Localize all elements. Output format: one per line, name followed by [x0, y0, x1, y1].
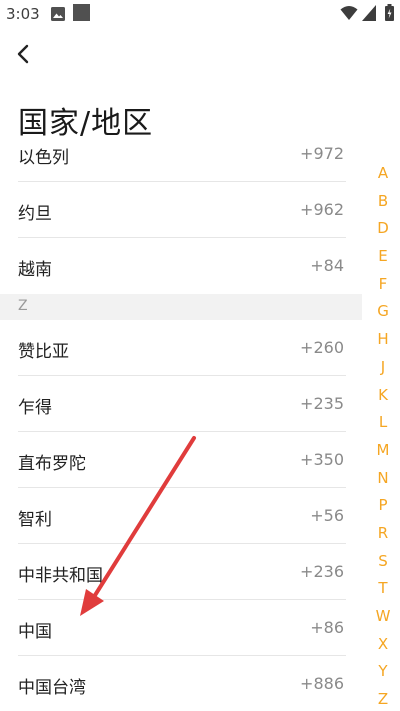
- alpha-index-x[interactable]: X: [372, 631, 394, 659]
- alpha-index-h[interactable]: H: [372, 326, 394, 354]
- dial-code: +962: [300, 200, 344, 219]
- alpha-index-k[interactable]: K: [372, 382, 394, 410]
- dial-code: +972: [300, 144, 344, 163]
- alpha-index-m[interactable]: M: [372, 437, 394, 465]
- alpha-index-z[interactable]: Z: [372, 686, 394, 711]
- alpha-index-d[interactable]: D: [372, 215, 394, 243]
- alpha-index-g[interactable]: G: [372, 298, 394, 326]
- dial-code: +260: [300, 338, 344, 357]
- photo-icon: [51, 7, 65, 21]
- alpha-index-f[interactable]: F: [372, 271, 394, 299]
- alpha-index-a[interactable]: A: [372, 160, 394, 188]
- country-name: 智利: [18, 510, 52, 530]
- status-time: 3:03: [6, 5, 40, 23]
- list-item-central-african-republic[interactable]: 中非共和国 +236: [0, 544, 362, 600]
- list-item-chad[interactable]: 乍得 +235: [0, 376, 362, 432]
- country-name: 乍得: [18, 398, 52, 418]
- list-item-jordan[interactable]: 约旦 +962: [0, 182, 362, 238]
- country-list-track: 以色列 +972 约旦 +962 越南 +84 Z 赞比亚 +260 乍得 +2…: [0, 140, 362, 711]
- signal-icon: [362, 5, 376, 21]
- square-icon: [73, 4, 90, 21]
- country-name: 赞比亚: [18, 342, 69, 362]
- alpha-index-n[interactable]: N: [372, 465, 394, 493]
- list-item-chile[interactable]: 智利 +56: [0, 488, 362, 544]
- back-chevron-left-icon[interactable]: [10, 38, 40, 70]
- alpha-index-p[interactable]: P: [372, 492, 394, 520]
- alpha-index-b[interactable]: B: [372, 188, 394, 216]
- list-item-israel[interactable]: 以色列 +972: [0, 140, 362, 182]
- status-bar: 3:03: [0, 0, 400, 28]
- dial-code: +86: [310, 618, 344, 637]
- country-name: 越南: [18, 260, 52, 280]
- dial-code: +84: [310, 256, 344, 275]
- section-letter: Z: [18, 298, 28, 314]
- alpha-index-s[interactable]: S: [372, 548, 394, 576]
- dial-code: +886: [300, 674, 344, 693]
- alphabet-index[interactable]: A B D E F G H J K L M N P R S T W X Y Z: [372, 160, 394, 711]
- alpha-index-t[interactable]: T: [372, 575, 394, 603]
- alpha-index-l[interactable]: L: [372, 409, 394, 437]
- alpha-index-y[interactable]: Y: [372, 658, 394, 686]
- list-item-gibraltar[interactable]: 直布罗陀 +350: [0, 432, 362, 488]
- country-name: 中国: [18, 622, 52, 642]
- country-name: 中国台湾: [18, 678, 86, 698]
- dial-code: +235: [300, 394, 344, 413]
- alpha-index-j[interactable]: J: [372, 354, 394, 382]
- dial-code: +350: [300, 450, 344, 469]
- country-name: 约旦: [18, 204, 52, 224]
- alpha-index-w[interactable]: W: [372, 603, 394, 631]
- dial-code: +56: [310, 506, 344, 525]
- country-name: 直布罗陀: [18, 454, 86, 474]
- alpha-index-e[interactable]: E: [372, 243, 394, 271]
- list-item-vietnam[interactable]: 越南 +84: [0, 238, 362, 294]
- wifi-icon: [340, 6, 358, 20]
- page-title: 国家/地区: [18, 106, 154, 141]
- country-name: 以色列: [18, 148, 69, 168]
- list-item-zambia[interactable]: 赞比亚 +260: [0, 320, 362, 376]
- country-list[interactable]: 以色列 +972 约旦 +962 越南 +84 Z 赞比亚 +260 乍得 +2…: [0, 140, 362, 711]
- list-item-china[interactable]: 中国 +86: [0, 600, 362, 656]
- section-header-z: Z: [0, 294, 362, 320]
- battery-icon: [385, 4, 394, 21]
- alpha-index-r[interactable]: R: [372, 520, 394, 548]
- dial-code: +236: [300, 562, 344, 581]
- list-item-china-taiwan[interactable]: 中国台湾 +886: [0, 656, 362, 711]
- country-region-screen: 3:03 国家/地区 以色列 +972 约旦 +962 越南 +84 Z 赞比亚…: [0, 0, 400, 711]
- country-name: 中非共和国: [18, 566, 103, 586]
